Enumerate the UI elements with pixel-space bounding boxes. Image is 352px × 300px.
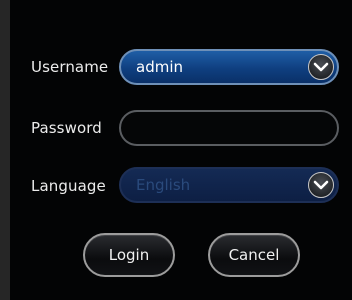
language-dropdown-button[interactable] <box>308 172 334 198</box>
chevron-down-icon <box>313 180 329 190</box>
language-select[interactable]: English <box>119 167 339 203</box>
username-label: Username <box>31 58 109 76</box>
language-label: Language <box>31 177 106 195</box>
username-value: admin <box>136 58 183 76</box>
login-dialog: Username admin Password Language English… <box>0 0 352 300</box>
chevron-down-icon <box>313 62 329 72</box>
username-select[interactable]: admin <box>119 49 339 85</box>
password-field[interactable] <box>119 110 339 146</box>
left-edge-strip <box>0 0 10 300</box>
language-value: English <box>136 176 191 194</box>
login-button-label: Login <box>108 246 150 264</box>
cancel-button[interactable]: Cancel <box>208 233 300 277</box>
cancel-button-label: Cancel <box>228 246 280 264</box>
login-button[interactable]: Login <box>83 233 175 277</box>
username-dropdown-button[interactable] <box>308 54 334 80</box>
password-label: Password <box>31 119 102 137</box>
